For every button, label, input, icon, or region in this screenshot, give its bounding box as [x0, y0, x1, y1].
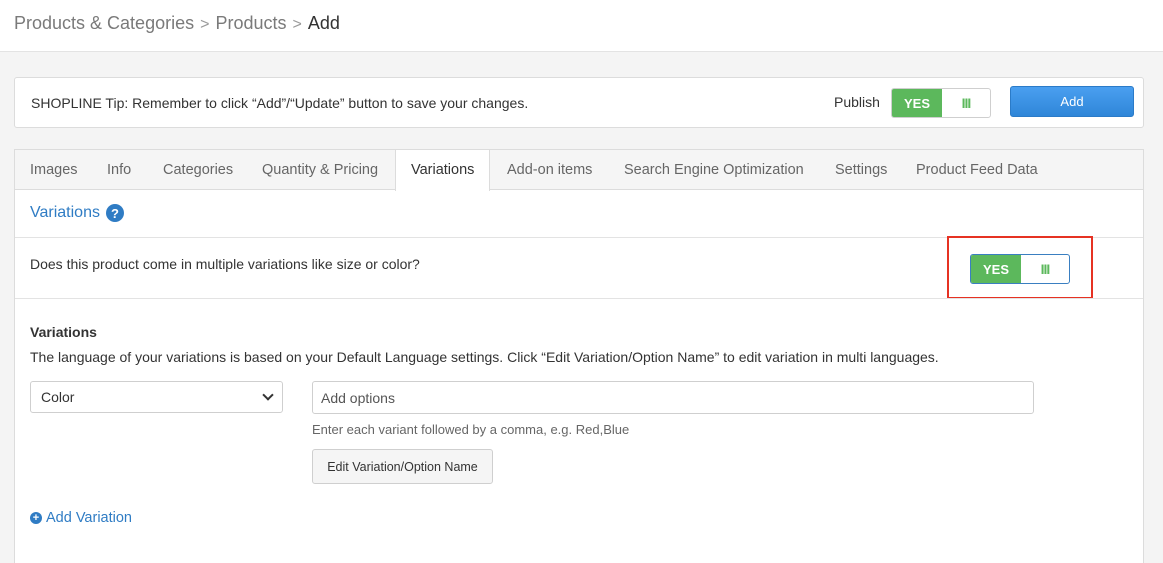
- variation-type-select[interactable]: Color: [30, 381, 283, 413]
- tab-settings[interactable]: Settings: [835, 150, 887, 190]
- tab-info[interactable]: Info: [107, 150, 131, 190]
- tab-product-feed-data[interactable]: Product Feed Data: [916, 150, 1038, 190]
- add-variation-link[interactable]: + Add Variation: [30, 510, 132, 526]
- tab-variations[interactable]: Variations: [395, 150, 491, 191]
- divider: [15, 298, 1143, 299]
- tab-seo[interactable]: Search Engine Optimization: [624, 150, 804, 190]
- breadcrumb: Products & Categories > Products > Add: [14, 13, 340, 34]
- tab-quantity-pricing[interactable]: Quantity & Pricing: [262, 150, 378, 190]
- highlight-box: [947, 236, 1093, 299]
- variations-section-title: Variations ?: [30, 204, 124, 222]
- edit-variation-name-button[interactable]: Edit Variation/Option Name: [312, 449, 493, 484]
- variations-label: Variations: [30, 324, 97, 340]
- add-button[interactable]: Add: [1010, 86, 1134, 117]
- variations-description: The language of your variations is based…: [30, 349, 939, 365]
- add-variation-label: Add Variation: [46, 510, 132, 526]
- help-icon[interactable]: ?: [105, 204, 124, 222]
- page-header: Products & Categories > Products > Add: [0, 0, 1163, 52]
- breadcrumb-separator: >: [292, 16, 302, 33]
- publish-label: Publish: [834, 94, 880, 110]
- section-title-text: Variations: [30, 204, 100, 221]
- tab-bar: Images Info Categories Quantity & Pricin…: [15, 150, 1143, 191]
- breadcrumb-products-categories[interactable]: Products & Categories: [14, 13, 194, 33]
- tip-bar: SHOPLINE Tip: Remember to click “Add”/“U…: [14, 77, 1144, 128]
- product-panel: Images Info Categories Quantity & Pricin…: [14, 149, 1144, 563]
- breadcrumb-current: Add: [307, 13, 340, 33]
- tab-categories[interactable]: Categories: [163, 150, 233, 190]
- options-hint: Enter each variant followed by a comma, …: [312, 422, 630, 437]
- tab-images[interactable]: Images: [30, 150, 78, 190]
- select-value: Color: [41, 389, 75, 405]
- tab-add-on-items[interactable]: Add-on items: [507, 150, 592, 190]
- publish-toggle[interactable]: YES III: [891, 88, 991, 118]
- variations-question: Does this product come in multiple varia…: [30, 256, 420, 272]
- breadcrumb-separator: >: [200, 16, 210, 33]
- breadcrumb-products[interactable]: Products: [215, 13, 286, 33]
- plus-circle-icon: +: [30, 512, 42, 524]
- chevron-down-icon: [262, 389, 274, 401]
- toggle-handle-icon: III: [961, 95, 972, 111]
- publish-toggle-yes: YES: [892, 89, 942, 117]
- add-options-input[interactable]: [312, 381, 1034, 414]
- tip-text: SHOPLINE Tip: Remember to click “Add”/“U…: [31, 95, 529, 111]
